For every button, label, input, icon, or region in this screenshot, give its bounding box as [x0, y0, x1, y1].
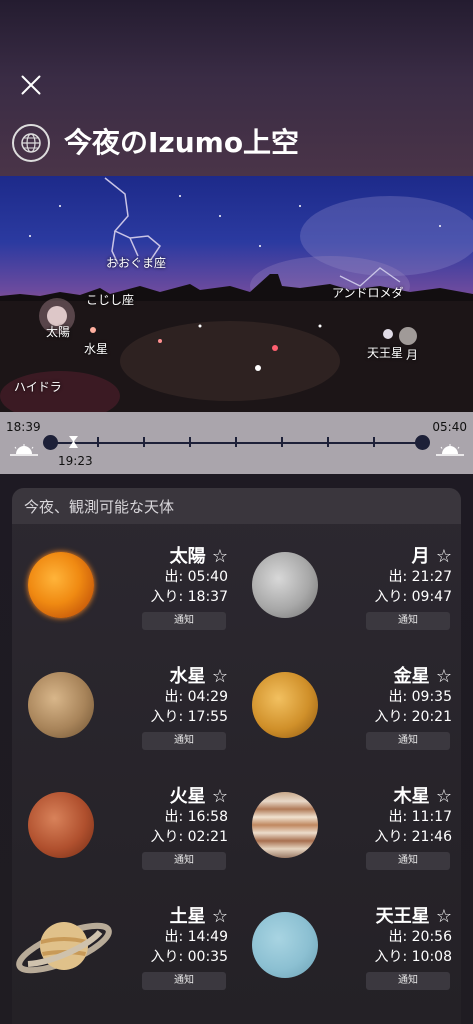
timeline-tick — [235, 437, 237, 447]
body-set: 入り: 17:55 — [150, 709, 228, 725]
notify-button[interactable]: 通知 — [366, 732, 450, 750]
saturn-image — [16, 922, 112, 974]
timeline-end-knob[interactable] — [415, 435, 430, 450]
body-rise: 出: 04:29 — [164, 689, 228, 705]
body-name: 金星 ☆ — [393, 666, 452, 687]
notify-button[interactable]: 通知 — [142, 972, 226, 990]
body-card-uranus[interactable]: 天王星 ☆ 出: 20:56 入り: 10:08 通知 — [236, 896, 468, 1014]
label-ursa-major: おおぐま座 — [106, 256, 167, 270]
sunset-time: 18:39 — [6, 420, 41, 434]
body-rise: 出: 11:17 — [388, 809, 452, 825]
body-name: 月 ☆ — [411, 546, 452, 567]
visible-bodies-panel: 今夜、観測可能な天体 太陽 ☆ 出: 05:40 入り: 18:37 通知 月 … — [12, 488, 461, 1024]
sun-image — [28, 552, 94, 618]
body-card-saturn[interactable]: 土星 ☆ 出: 14:49 入り: 00:35 通知 — [12, 896, 244, 1014]
body-set: 入り: 09:47 — [374, 589, 452, 605]
timeline-start-knob[interactable] — [43, 435, 58, 450]
panel-header: 今夜、観測可能な天体 — [12, 488, 461, 524]
globe-icon — [12, 124, 50, 162]
body-rise: 出: 09:35 — [388, 689, 452, 705]
page-title: 今夜のIzumo上空 — [64, 126, 300, 159]
label-leo-minor: こじし座 — [86, 293, 135, 307]
timeline-tick — [97, 437, 99, 447]
notify-button[interactable]: 通知 — [366, 972, 450, 990]
body-name: 火星 ☆ — [169, 786, 228, 807]
body-name: 木星 ☆ — [393, 786, 452, 807]
timeline-tick — [327, 437, 329, 447]
timeline-tick — [189, 437, 191, 447]
body-card-moon[interactable]: 月 ☆ 出: 21:27 入り: 09:47 通知 — [236, 536, 468, 654]
notify-button[interactable]: 通知 — [366, 852, 450, 870]
jupiter-image — [252, 792, 318, 858]
body-rise: 出: 21:27 — [388, 569, 452, 585]
body-rise: 出: 14:49 — [164, 929, 228, 945]
notify-button[interactable]: 通知 — [366, 612, 450, 630]
notify-button[interactable]: 通知 — [142, 732, 226, 750]
body-set: 入り: 18:37 — [150, 589, 228, 605]
body-set: 入り: 10:08 — [374, 949, 452, 965]
sunset-icon — [10, 444, 38, 456]
label-moon: 月 — [406, 348, 419, 362]
body-set: 入り: 02:21 — [150, 829, 228, 845]
panel-title: 今夜、観測可能な天体 — [24, 498, 175, 516]
uranus-image — [252, 912, 318, 978]
sunrise-icon — [436, 444, 464, 456]
label-andromeda: アンドロメダ — [332, 286, 404, 300]
time-slider[interactable]: 18:39 05:40 19:23 — [0, 412, 473, 474]
timeline-tick — [143, 437, 145, 447]
body-card-mercury[interactable]: 水星 ☆ 出: 04:29 入り: 17:55 通知 — [12, 656, 244, 774]
sunrise-time: 05:40 — [432, 420, 467, 434]
moon-image — [252, 552, 318, 618]
current-time: 19:23 — [58, 454, 93, 468]
body-set: 入り: 21:46 — [374, 829, 452, 845]
venus-image — [252, 672, 318, 738]
notify-button[interactable]: 通知 — [142, 612, 226, 630]
body-rise: 出: 16:58 — [164, 809, 228, 825]
close-icon[interactable] — [20, 74, 42, 96]
body-name: 水星 ☆ — [169, 666, 228, 687]
body-card-jupiter[interactable]: 木星 ☆ 出: 11:17 入り: 21:46 通知 — [236, 776, 468, 894]
body-rise: 出: 05:40 — [164, 569, 228, 585]
body-card-mars[interactable]: 火星 ☆ 出: 16:58 入り: 02:21 通知 — [12, 776, 244, 894]
body-card-sun[interactable]: 太陽 ☆ 出: 05:40 入り: 18:37 通知 — [12, 536, 244, 654]
body-name: 土星 ☆ — [169, 906, 228, 927]
timeline-tick — [281, 437, 283, 447]
body-card-venus[interactable]: 金星 ☆ 出: 09:35 入り: 20:21 通知 — [236, 656, 468, 774]
mars-image — [28, 792, 94, 858]
body-set: 入り: 00:35 — [150, 949, 228, 965]
body-name: 天王星 ☆ — [375, 906, 452, 927]
label-uranus: 天王星 — [367, 346, 404, 360]
sky-view[interactable]: おおぐま座 こじし座 アンドロメダ 太陽 水星 天王星 月 ハイドラ — [0, 176, 473, 412]
notify-button[interactable]: 通知 — [142, 852, 226, 870]
top-bar: 今夜のIzumo上空 — [0, 0, 473, 176]
timeline-tick — [373, 437, 375, 447]
label-sun: 太陽 — [46, 325, 71, 339]
label-mercury: 水星 — [84, 342, 109, 356]
body-rise: 出: 20:56 — [388, 929, 452, 945]
label-hydra: ハイドラ — [14, 380, 62, 394]
body-name: 太陽 ☆ — [169, 546, 228, 567]
body-set: 入り: 20:21 — [374, 709, 452, 725]
mercury-image — [28, 672, 94, 738]
